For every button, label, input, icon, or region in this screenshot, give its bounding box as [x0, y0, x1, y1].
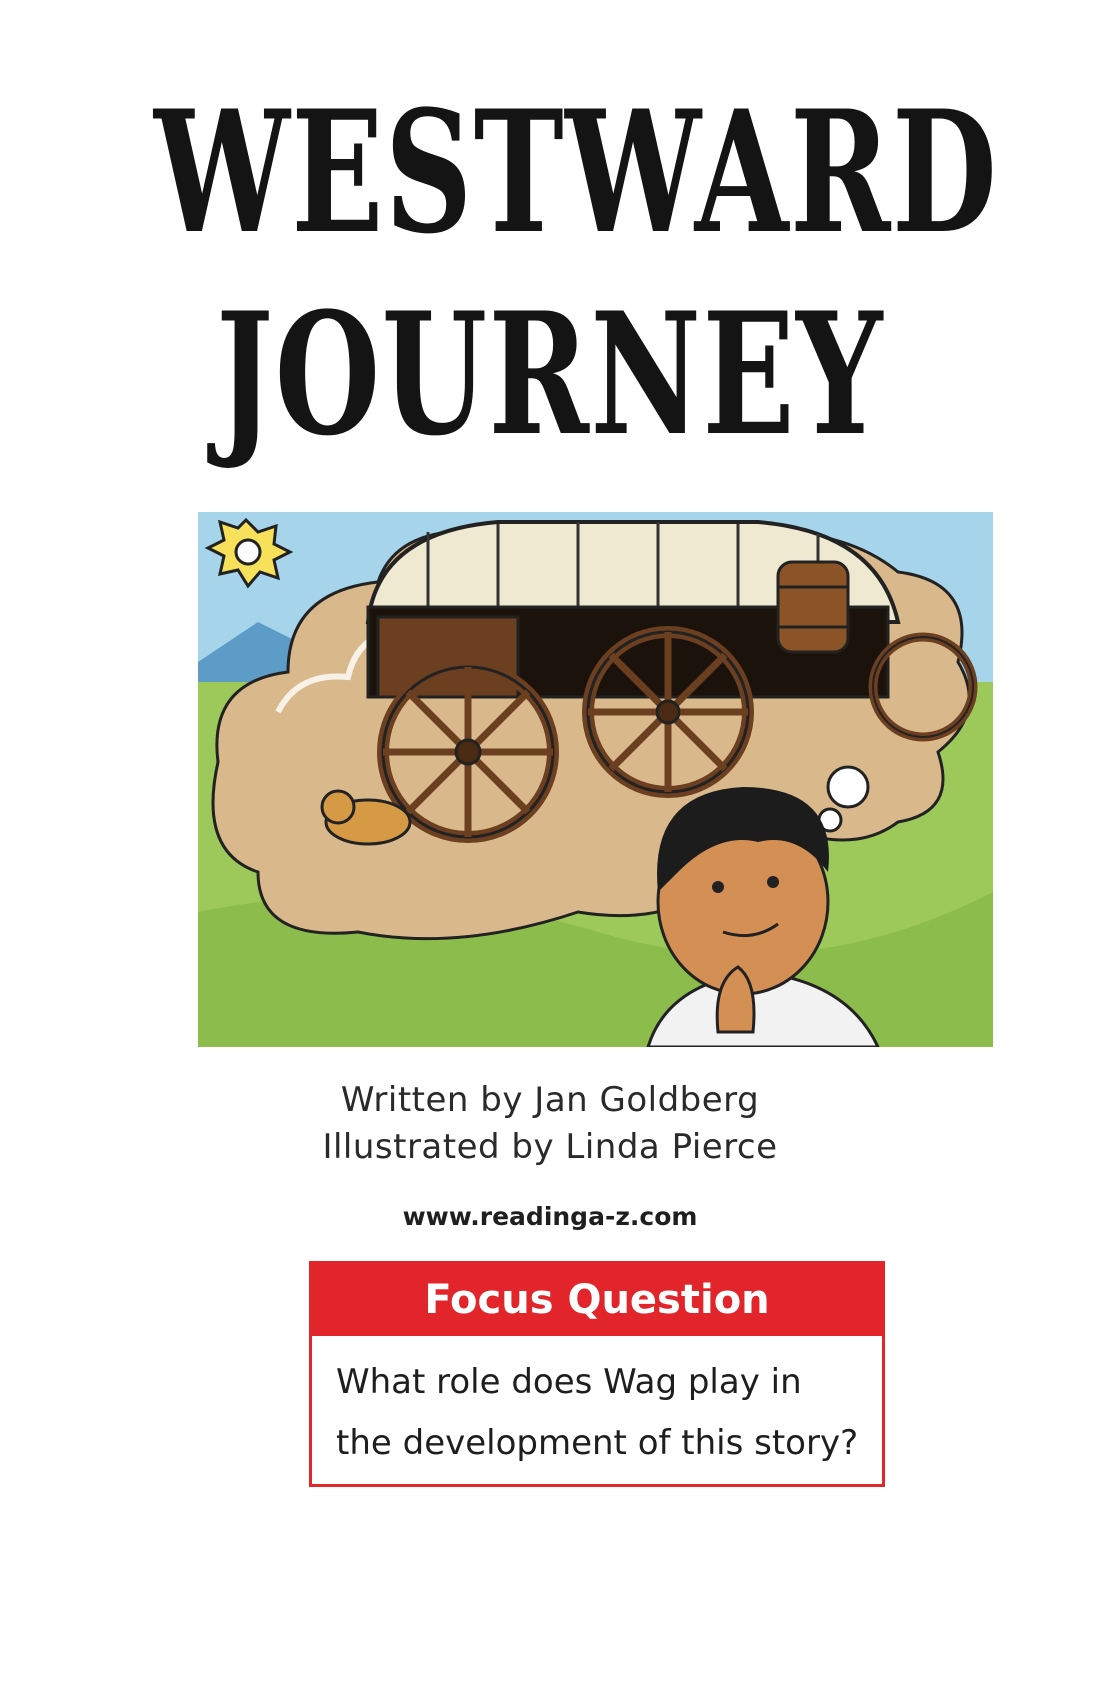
- written-by-credit: Written by Jan Goldberg: [340, 1080, 760, 1120]
- cover-illustration: [198, 512, 993, 1047]
- website-link[interactable]: www.readinga-z.com: [0, 1202, 1100, 1231]
- focus-question-heading: Focus Question: [312, 1264, 882, 1336]
- illustrated-by-credit: Illustrated by Linda Pierce: [322, 1127, 778, 1167]
- title-line-2: JOURNEY: [216, 275, 884, 473]
- focus-question-text: What role does Wag play in the developme…: [336, 1362, 859, 1463]
- focus-question-box: Focus Question What role does Wag play i…: [309, 1261, 885, 1487]
- title-line-1: WESTWARD: [153, 73, 999, 271]
